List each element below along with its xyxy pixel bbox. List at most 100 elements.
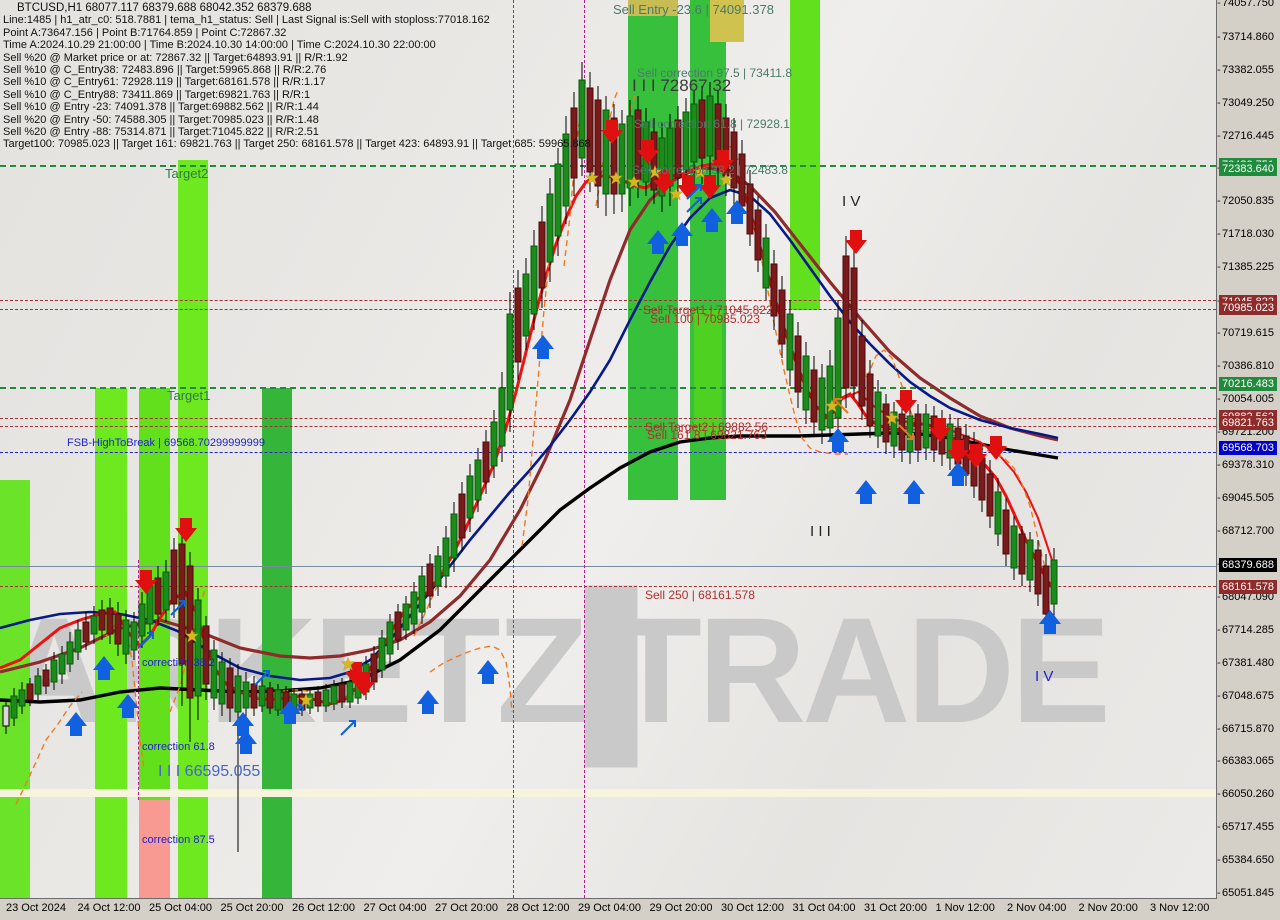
chart-annotation: Sell 100 | 70985.023 bbox=[650, 312, 760, 326]
price-tick: -73382.055 bbox=[1217, 63, 1274, 76]
chart-annotation: Sell correction 61.8 | 72928.1 bbox=[634, 117, 790, 131]
chart-annotation: Sell correction 38.2 | 72483.8 bbox=[632, 163, 788, 177]
price-highlight-label[interactable]: 72383.640 bbox=[1219, 162, 1277, 177]
info-line: Sell %20 @ Entry -88: 75314.871 || Targe… bbox=[3, 126, 319, 139]
time-tick: 27 Oct 04:00 bbox=[363, 902, 427, 914]
info-line: Point A:73647.156 | Point B:71764.859 | … bbox=[3, 26, 287, 39]
price-tick: -71385.225 bbox=[1217, 261, 1274, 274]
chart-annotation: I I I bbox=[810, 523, 831, 540]
chart-annotation: I V bbox=[842, 193, 861, 210]
info-line: Sell %10 @ C_Entry61: 72928.119 || Targe… bbox=[3, 76, 326, 89]
scale-corner bbox=[1217, 899, 1280, 920]
price-highlight-label[interactable]: 70985.023 bbox=[1219, 300, 1277, 315]
time-tick: 2 Nov 04:00 bbox=[1007, 902, 1067, 914]
chart-annotation: Target2 bbox=[165, 166, 209, 181]
tick-dash: - bbox=[1217, 459, 1221, 472]
info-line: Sell %10 @ Entry -23: 74091.378 || Targe… bbox=[3, 101, 319, 114]
price-tick: -65051.845 bbox=[1217, 887, 1274, 899]
price-highlight-label[interactable]: 68161.578 bbox=[1219, 579, 1277, 594]
tick-dash: - bbox=[1217, 228, 1221, 241]
tick-dash: - bbox=[1217, 656, 1221, 669]
info-line: Target100: 70985.023 || Target 161: 6982… bbox=[3, 138, 591, 151]
trading-chart-window: ARKETZ▌TRADE Sell Entry -23.6 | 74091.37… bbox=[0, 0, 1280, 920]
time-tick: 23 Oct 2024 bbox=[6, 902, 66, 914]
price-tick: -74057.750 bbox=[1217, 0, 1274, 9]
time-tick: 29 Oct 04:00 bbox=[578, 902, 641, 914]
tick-dash: - bbox=[1217, 788, 1221, 801]
time-tick: 31 Oct 04:00 bbox=[792, 902, 856, 914]
tick-dash: - bbox=[1217, 261, 1221, 274]
info-line: Sell %20 @ Entry -50: 74588.305 || Targe… bbox=[3, 113, 319, 126]
tick-dash: - bbox=[1217, 492, 1221, 505]
tick-dash: - bbox=[1217, 623, 1221, 636]
price-tick: -73714.860 bbox=[1217, 30, 1274, 43]
chart-annotation: Sell Entry -23.6 | 74091.378 bbox=[613, 2, 774, 17]
time-tick: 28 Oct 12:00 bbox=[506, 902, 570, 914]
price-tick: -66050.260 bbox=[1217, 788, 1274, 801]
chart-info-panel: BTCUSD,H1 68077.117 68379.688 68042.352 … bbox=[3, 2, 591, 151]
tick-dash: - bbox=[1217, 821, 1221, 834]
price-tick: -73049.250 bbox=[1217, 96, 1274, 109]
price-tick: -70719.615 bbox=[1217, 326, 1274, 339]
price-tick: -70386.810 bbox=[1217, 359, 1274, 372]
time-tick: 25 Oct 20:00 bbox=[220, 902, 284, 914]
chart-annotation: correction 87.5 bbox=[142, 834, 215, 846]
time-tick: 2 Nov 20:00 bbox=[1078, 902, 1138, 914]
chart-annotation: I I I 66595.055 bbox=[158, 763, 261, 780]
tick-dash: - bbox=[1217, 755, 1221, 768]
chart-annotation: I V bbox=[1035, 668, 1054, 685]
time-tick: 24 Oct 12:00 bbox=[77, 902, 141, 914]
chart-annotation: correction 38.2 bbox=[142, 657, 215, 669]
tick-dash: - bbox=[1217, 30, 1221, 43]
time-scale[interactable]: 23 Oct 2024 24 Oct 12:00 25 Oct 04:00 25 Oc… bbox=[0, 899, 1216, 920]
price-tick: -66383.065 bbox=[1217, 755, 1274, 768]
time-tick: 25 Oct 04:00 bbox=[149, 902, 212, 914]
info-line: Time A:2024.10.29 21:00:00 | Time B:2024… bbox=[3, 39, 436, 52]
price-highlight-label[interactable]: 69568.703 bbox=[1219, 440, 1277, 455]
price-tick: -67048.675 bbox=[1217, 689, 1274, 702]
info-line: Line:1485 | h1_atr_c0: 518.7881 | tema_h… bbox=[3, 14, 490, 27]
info-line: Sell %10 @ C_Entry38: 72483.896 || Targe… bbox=[3, 64, 327, 77]
info-line: Sell %10 @ C_Entry88: 73411.869 || Targe… bbox=[3, 88, 311, 101]
price-tick: -65384.650 bbox=[1217, 854, 1274, 867]
price-scale[interactable]: -74057.750 -73714.860 -73382.055 -73049.250… bbox=[1217, 0, 1280, 899]
price-tick: -68712.700 bbox=[1217, 525, 1274, 538]
chart-plot-area[interactable]: ARKETZ▌TRADE Sell Entry -23.6 | 74091.37… bbox=[0, 0, 1217, 899]
time-tick: 1 Nov 12:00 bbox=[935, 902, 995, 914]
symbol-ohlc-line: BTCUSD,H1 68077.117 68379.688 68042.352 … bbox=[17, 2, 312, 14]
chart-annotation: Sell 250 | 68161.578 bbox=[645, 588, 755, 602]
chart-annotation: I I I 72867.32 bbox=[632, 76, 732, 95]
tick-dash: - bbox=[1217, 326, 1221, 339]
time-tick: 26 Oct 12:00 bbox=[292, 902, 355, 914]
chart-annotation: FSB-HighToBreak | 69568.70299999999 bbox=[67, 437, 265, 449]
tick-dash: - bbox=[1217, 887, 1221, 899]
strategy-info-lines: Line:1485 | h1_atr_c0: 518.7881 | tema_h… bbox=[3, 14, 591, 150]
time-tick: 30 Oct 12:00 bbox=[721, 902, 784, 914]
tick-dash: - bbox=[1217, 129, 1221, 142]
tick-dash: - bbox=[1217, 359, 1221, 372]
price-tick: -70054.005 bbox=[1217, 392, 1274, 405]
price-tick: -69045.505 bbox=[1217, 492, 1274, 505]
tick-dash: - bbox=[1217, 854, 1221, 867]
info-line: Sell %20 @ Market price or at: 72867.32 … bbox=[3, 51, 348, 64]
price-highlight-label[interactable]: 70216.483 bbox=[1219, 376, 1277, 391]
time-tick: 31 Oct 20:00 bbox=[864, 902, 927, 914]
tick-dash: - bbox=[1217, 195, 1221, 208]
tick-dash: - bbox=[1217, 722, 1221, 735]
price-tick: -72716.445 bbox=[1217, 129, 1274, 142]
tick-dash: - bbox=[1217, 392, 1221, 405]
price-tick: -72050.835 bbox=[1217, 195, 1274, 208]
price-tick: -71718.030 bbox=[1217, 228, 1274, 241]
tick-dash: - bbox=[1217, 689, 1221, 702]
chart-annotation: correction 61.8 bbox=[142, 741, 215, 753]
price-tick: -67714.285 bbox=[1217, 623, 1274, 636]
tick-dash: - bbox=[1217, 96, 1221, 109]
time-tick: 27 Oct 20:00 bbox=[435, 902, 498, 914]
tick-dash: - bbox=[1217, 0, 1221, 9]
price-highlight-label[interactable]: 69821.763 bbox=[1219, 415, 1277, 430]
price-tick: -69378.310 bbox=[1217, 459, 1274, 472]
price-highlight-label[interactable]: 68379.688 bbox=[1219, 558, 1277, 573]
chart-annotation: Target1 bbox=[167, 388, 211, 403]
price-tick: -67381.480 bbox=[1217, 656, 1274, 669]
time-tick: 3 Nov 12:00 bbox=[1150, 902, 1210, 914]
